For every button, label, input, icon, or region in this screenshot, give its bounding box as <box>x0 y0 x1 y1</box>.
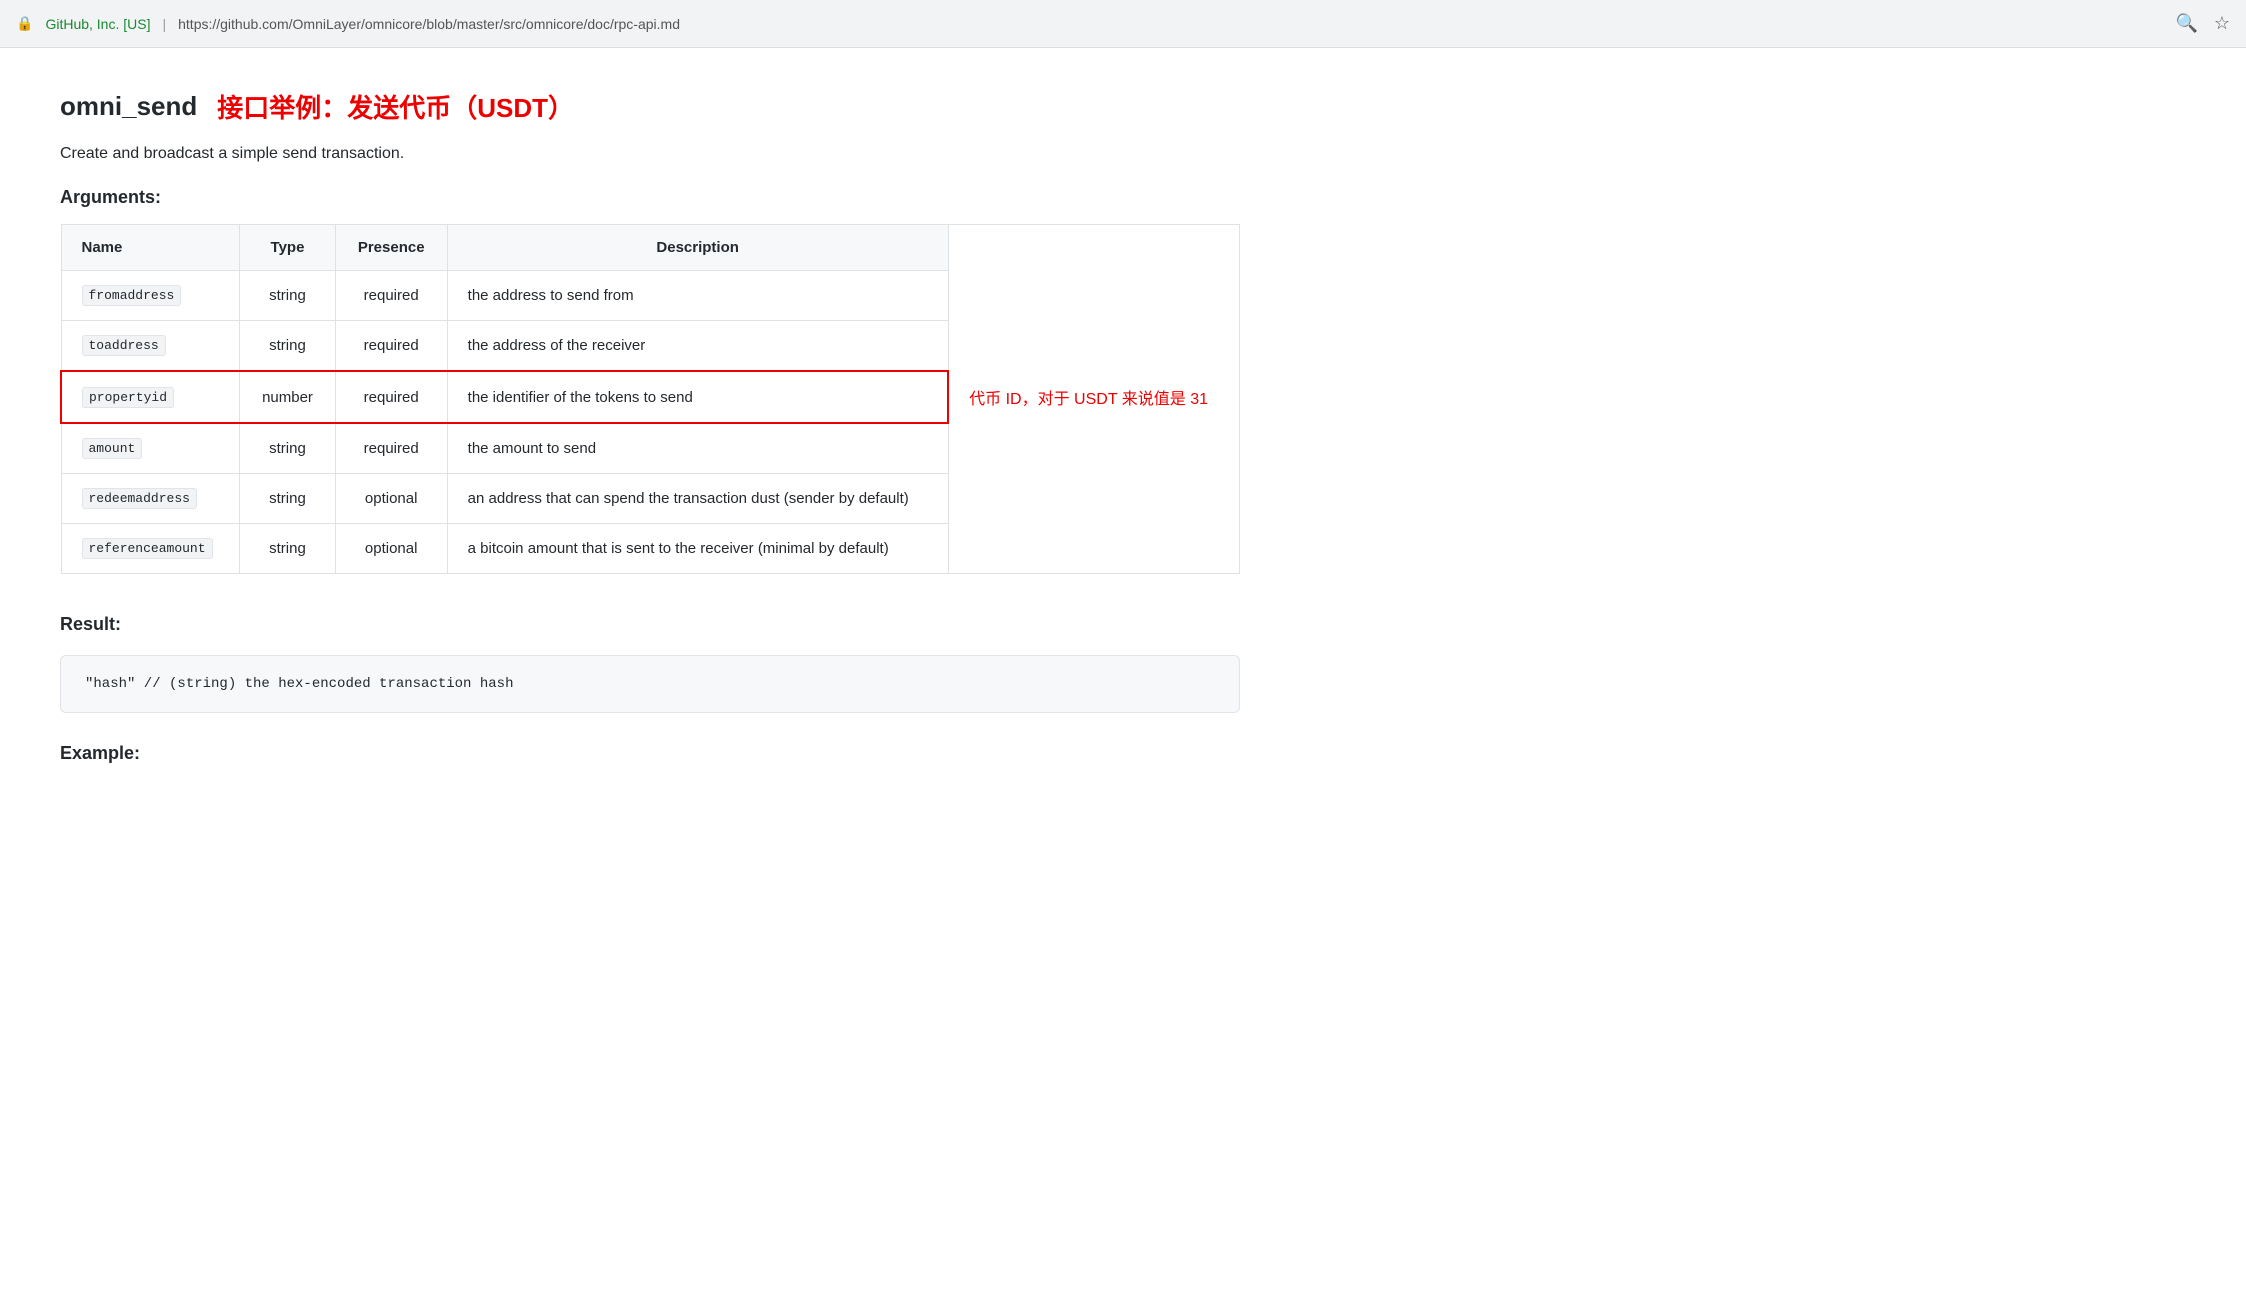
table-row: fromaddress stringrequiredthe address to … <box>61 271 1240 321</box>
example-section: Example: <box>60 743 1240 764</box>
table-row: toaddress stringrequiredthe address of th… <box>61 321 1240 372</box>
cell-type: string <box>240 524 335 574</box>
result-section: Result: <box>60 614 1240 635</box>
cell-name: fromaddress <box>61 271 240 321</box>
table-row: propertyid numberrequiredthe identifier o… <box>61 371 1240 423</box>
cell-description: the identifier of the tokens to send <box>447 371 948 423</box>
col-header-description: Description <box>447 225 948 271</box>
cell-description: the address of the receiver <box>447 321 948 372</box>
search-icon[interactable]: 🔍 <box>2175 13 2197 34</box>
cell-name: toaddress <box>61 321 240 372</box>
cell-type: string <box>240 474 335 524</box>
table-row: referenceamount stringoptionala bitcoin a… <box>61 524 1240 574</box>
table-row: amount stringrequiredthe amount to send <box>61 423 1240 474</box>
param-name-code: toaddress <box>82 335 166 356</box>
cell-presence: optional <box>335 524 447 574</box>
result-code-block: "hash" // (string) the hex-encoded trans… <box>60 655 1240 713</box>
param-name-code: redeemaddress <box>82 488 197 509</box>
cell-presence: required <box>335 423 447 474</box>
separator: | <box>162 16 166 32</box>
browser-icons: 🔍 ☆ <box>2175 13 2230 34</box>
example-label: Example: <box>60 743 1240 764</box>
param-name-code: amount <box>82 438 143 459</box>
cell-presence: optional <box>335 474 447 524</box>
annotation-text: 代币 ID，对于 USDT 来说值是 31 <box>969 391 1208 408</box>
cell-description: an address that can spend the transactio… <box>447 474 948 524</box>
col-header-type: Type <box>240 225 335 271</box>
table-header-row: Name Type Presence Description <box>61 225 1240 271</box>
cell-annotation: 代币 ID，对于 USDT 来说值是 31 <box>948 371 1239 423</box>
col-header-name: Name <box>61 225 240 271</box>
browser-bar: 🔒 GitHub, Inc. [US] | https://github.com… <box>0 0 2246 48</box>
lock-icon: 🔒 <box>16 15 33 32</box>
browser-origin: GitHub, Inc. [US] <box>45 16 150 32</box>
cell-description: the amount to send <box>447 423 948 474</box>
result-code: "hash" // (string) the hex-encoded trans… <box>85 676 513 692</box>
param-name-code: referenceamount <box>82 538 213 559</box>
arguments-table: Name Type Presence Description fromaddre… <box>60 224 1240 574</box>
main-content: omni_send 接口举例：发送代币（USDT） Create and bro… <box>0 48 1300 804</box>
cell-type: string <box>240 321 335 372</box>
param-name-code: propertyid <box>82 387 174 408</box>
cell-type: number <box>240 371 335 423</box>
page-subtitle: 接口举例：发送代币（USDT） <box>217 88 574 125</box>
cell-presence: required <box>335 271 447 321</box>
cell-type: string <box>240 423 335 474</box>
table-row: redeemaddress stringoptionalan address th… <box>61 474 1240 524</box>
star-icon[interactable]: ☆ <box>2214 13 2230 34</box>
cell-presence: required <box>335 321 447 372</box>
cell-presence: required <box>335 371 447 423</box>
cell-name: amount <box>61 423 240 474</box>
param-name-code: fromaddress <box>82 285 182 306</box>
title-row: omni_send 接口举例：发送代币（USDT） <box>60 88 1240 125</box>
cell-name: propertyid <box>61 371 240 423</box>
cell-description: a bitcoin amount that is sent to the rec… <box>447 524 948 574</box>
page-description: Create and broadcast a simple send trans… <box>60 145 1240 163</box>
page-title: omni_send <box>60 91 197 122</box>
browser-url[interactable]: https://github.com/OmniLayer/omnicore/bl… <box>178 16 680 32</box>
col-header-presence: Presence <box>335 225 447 271</box>
cell-name: redeemaddress <box>61 474 240 524</box>
cell-type: string <box>240 271 335 321</box>
cell-description: the address to send from <box>447 271 948 321</box>
arguments-label: Arguments: <box>60 187 1240 208</box>
result-label: Result: <box>60 614 1240 635</box>
cell-name: referenceamount <box>61 524 240 574</box>
